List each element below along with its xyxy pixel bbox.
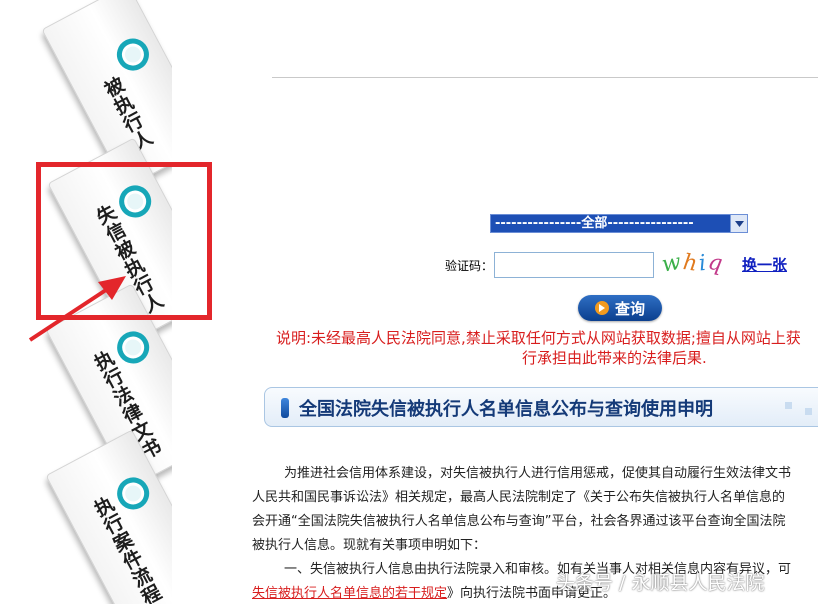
declaration-banner: 全国法院失信被执行人名单信息公布与查询使用申明 xyxy=(264,387,818,427)
declaration-title: 全国法院失信被执行人名单信息公布与查询使用申明 xyxy=(299,399,713,420)
banner-decoration xyxy=(785,402,792,409)
paragraph-line: 会开通“全国法院失信被执行人名单信息公布与查询”平台，社会各界通过该平台查询全国… xyxy=(252,514,786,529)
notice-line-2: 行承担由此带来的法律后果. xyxy=(522,349,707,367)
top-divider xyxy=(272,77,818,78)
paragraph-line: 被执行人信息。现就有关事项申明如下： xyxy=(252,538,487,553)
banner-decoration xyxy=(805,408,812,415)
captcha-label: 验证码： xyxy=(445,259,494,273)
highlight-box xyxy=(36,162,212,320)
captcha-image: whiq xyxy=(660,249,734,278)
regulation-link[interactable]: 失信被执行人名单信息的若干规定 xyxy=(252,586,447,601)
play-icon xyxy=(594,301,609,315)
paragraph-line: 为推进社会信用体系建设，对失信被执行人进行信用惩戒，促使其自动履行生效法律文书 xyxy=(284,466,792,481)
notice-line-1: 说明:未经最高人民法院同意,禁止采取任何方式从网站获取数据;擅自从网站上获 xyxy=(276,329,801,347)
query-button-label: 查询 xyxy=(614,299,645,318)
watermark: 头条号 / 永顺县人民法院 xyxy=(556,572,765,594)
paragraph-line: 人民共和国民事诉讼法》相关规定，最高人民法院制定了《关于公布失信被执行人名单信息… xyxy=(252,490,786,505)
query-button[interactable]: 查询 xyxy=(578,295,662,321)
tab-indicator-icon xyxy=(111,32,155,77)
banner-bar-icon xyxy=(281,398,289,418)
chevron-down-icon[interactable] xyxy=(730,215,747,232)
scope-select[interactable]: ----------------全部---------------- xyxy=(490,214,748,233)
scope-select-value: ----------------全部---------------- xyxy=(495,216,694,231)
captcha-char: q xyxy=(706,249,727,278)
usage-notice: 说明:未经最高人民法院同意,禁止采取任何方式从网站获取数据;擅自从网站上获 行承… xyxy=(276,328,818,368)
refresh-captcha-link[interactable]: 换一张 xyxy=(742,254,787,275)
captcha-input[interactable] xyxy=(494,252,654,278)
